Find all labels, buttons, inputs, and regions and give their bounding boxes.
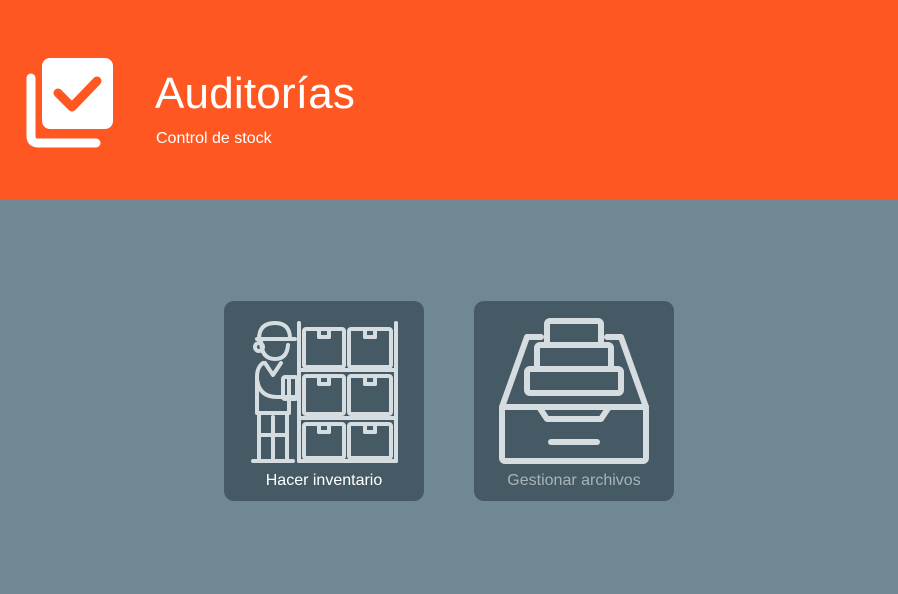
page-title: Auditorías — [155, 69, 356, 118]
warehouse-worker-icon — [251, 321, 398, 463]
app-header: Auditorías Control de stock — [0, 0, 898, 200]
checked-layers-icon — [26, 58, 113, 148]
hacer-inventario-button[interactable]: Hacer inventario — [224, 301, 424, 501]
file-drawer-icon — [499, 318, 649, 464]
page-subtitle: Control de stock — [156, 130, 272, 147]
gestionar-archivos-label: Gestionar archivos — [507, 472, 641, 489]
hacer-inventario-label: Hacer inventario — [265, 472, 383, 489]
main-content: Hacer inventario Gestionar archivos — [0, 200, 898, 594]
gestionar-archivos-button[interactable]: Gestionar archivos — [474, 301, 674, 501]
